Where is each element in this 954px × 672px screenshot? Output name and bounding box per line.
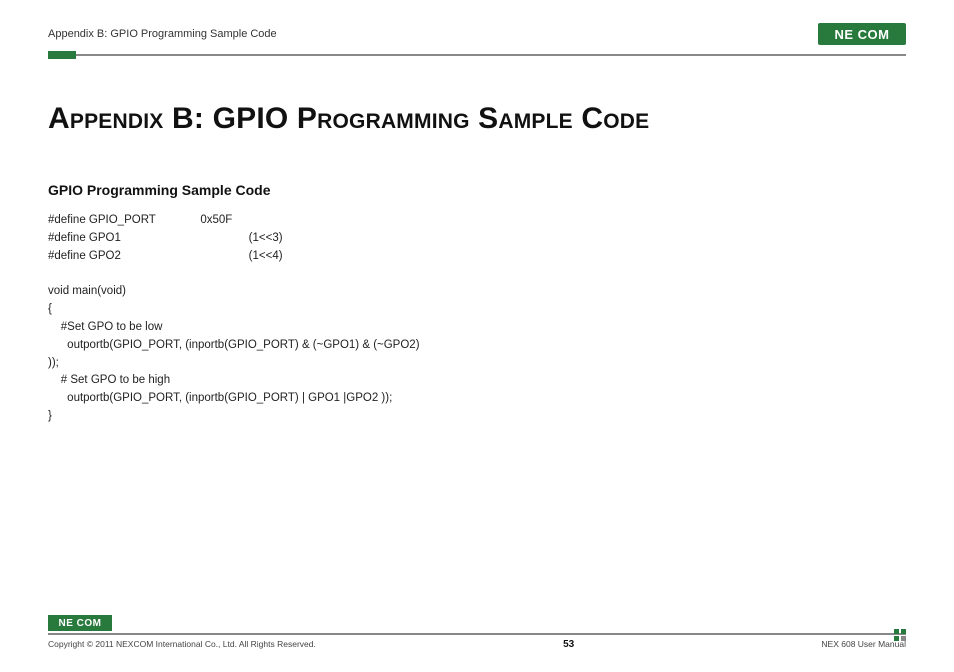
- section-heading: GPIO Programming Sample Code: [48, 182, 906, 198]
- brand-logo-text: NE COM: [835, 27, 890, 42]
- code-sample: #define GPIO_PORT 0x50F #define GPO1 (1<…: [48, 212, 906, 426]
- page-header: Appendix B: GPIO Programming Sample Code…: [48, 20, 906, 48]
- footer-rule: [48, 633, 906, 635]
- page-footer: NE COM Copyright © 2011 NEXCOM Internati…: [48, 633, 906, 650]
- footer-row: Copyright © 2011 NEXCOM International Co…: [48, 639, 906, 650]
- brand-logo: NE COM: [818, 23, 906, 45]
- footer-brand-logo-text: NE COM: [59, 618, 102, 629]
- document-page: Appendix B: GPIO Programming Sample Code…: [0, 0, 954, 672]
- footer-page-number: 53: [563, 639, 574, 650]
- header-rule: [48, 54, 906, 56]
- footer-brand-logo: NE COM: [48, 615, 112, 631]
- page-title: Appendix B: GPIO Programming Sample Code: [48, 102, 906, 136]
- header-breadcrumb: Appendix B: GPIO Programming Sample Code: [48, 28, 277, 40]
- footer-copyright: Copyright © 2011 NEXCOM International Co…: [48, 639, 316, 649]
